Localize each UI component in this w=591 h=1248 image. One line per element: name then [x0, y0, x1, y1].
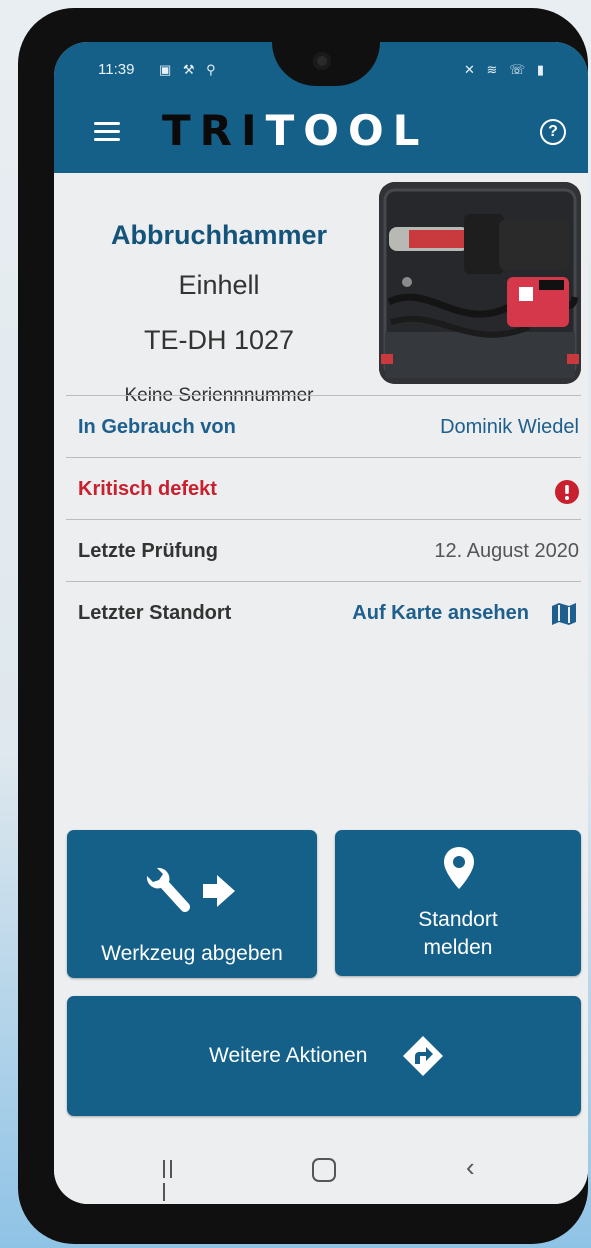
tool-summary: Abbruchhammer Einhell TE-DH 1027 Keine S…: [54, 173, 588, 406]
front-camera: [313, 52, 331, 70]
help-icon[interactable]: ?: [540, 119, 566, 145]
exclamation-circle-icon[interactable]: [555, 480, 579, 504]
status-time: 11:39: [98, 61, 135, 78]
logo-part-tri: TRI: [162, 106, 266, 155]
defect-status-label: Kritisch defekt: [78, 478, 217, 500]
defect-row: Kritisch defekt: [66, 457, 581, 520]
logo-part-tool: TOOL: [265, 106, 429, 155]
more-actions-button[interactable]: Weitere Aktionen: [67, 996, 581, 1116]
report-location-label-line2: melden: [423, 936, 493, 959]
phone-frame: 11:39 ▣ ⚒ ⚲ ✕ ≋ ☏ ▮ TRITOOL ? Abbruchham…: [18, 8, 588, 1244]
turn-right-sign-icon: [403, 1036, 443, 1076]
location-pin-icon: [444, 847, 474, 889]
last-location-row: Letzter Standort Auf Karte ansehen: [66, 581, 581, 644]
hand-over-tool-button[interactable]: Werkzeug abgeben: [67, 830, 317, 978]
hand-over-tool-label: Werkzeug abgeben: [101, 942, 283, 965]
app-header: 11:39 ▣ ⚒ ⚲ ✕ ≋ ☏ ▮ TRITOOL ?: [54, 42, 588, 173]
arrow-right-icon: [203, 875, 235, 907]
tool-name: Abbruchhammer: [110, 220, 328, 250]
recent-apps-icon[interactable]: [163, 1160, 183, 1201]
last-location-label: Letzter Standort: [78, 602, 232, 624]
back-icon[interactable]: ‹: [466, 1152, 475, 1183]
system-navigation-bar: ‹: [54, 1140, 588, 1204]
report-location-button[interactable]: Standort melden: [335, 830, 581, 976]
report-location-label-line1: Standort: [418, 908, 498, 931]
more-actions-label: Weitere Aktionen: [209, 1044, 368, 1067]
tool-photo[interactable]: [379, 182, 581, 384]
last-check-row: Letzte Prüfung 12. August 2020: [66, 519, 581, 582]
app-screen: 11:39 ▣ ⚒ ⚲ ✕ ≋ ☏ ▮ TRITOOL ? Abbruchham…: [54, 42, 588, 1204]
map-icon[interactable]: [551, 602, 577, 626]
last-check-label: Letzte Prüfung: [78, 540, 218, 562]
in-use-label: In Gebrauch von: [78, 416, 236, 438]
wrench-icon: [146, 867, 190, 912]
home-icon[interactable]: [312, 1158, 336, 1182]
in-use-user-link[interactable]: Dominik Wiedel: [440, 416, 579, 439]
status-notification-icons: ▣ ⚒ ⚲: [159, 62, 220, 77]
tool-brand: Einhell: [178, 270, 260, 300]
tool-photo-image: [379, 182, 581, 384]
status-system-icons: ✕ ≋ ☏ ▮: [463, 62, 548, 77]
in-use-row: In Gebrauch von Dominik Wiedel: [66, 395, 581, 458]
menu-icon[interactable]: [94, 122, 120, 142]
view-on-map-link[interactable]: Auf Karte ansehen: [352, 602, 529, 625]
wrench-arrow-icon: [146, 867, 235, 912]
app-logo: TRITOOL: [162, 106, 428, 155]
tool-model: TE-DH 1027: [143, 325, 295, 355]
last-check-date: 12. August 2020: [434, 540, 579, 562]
